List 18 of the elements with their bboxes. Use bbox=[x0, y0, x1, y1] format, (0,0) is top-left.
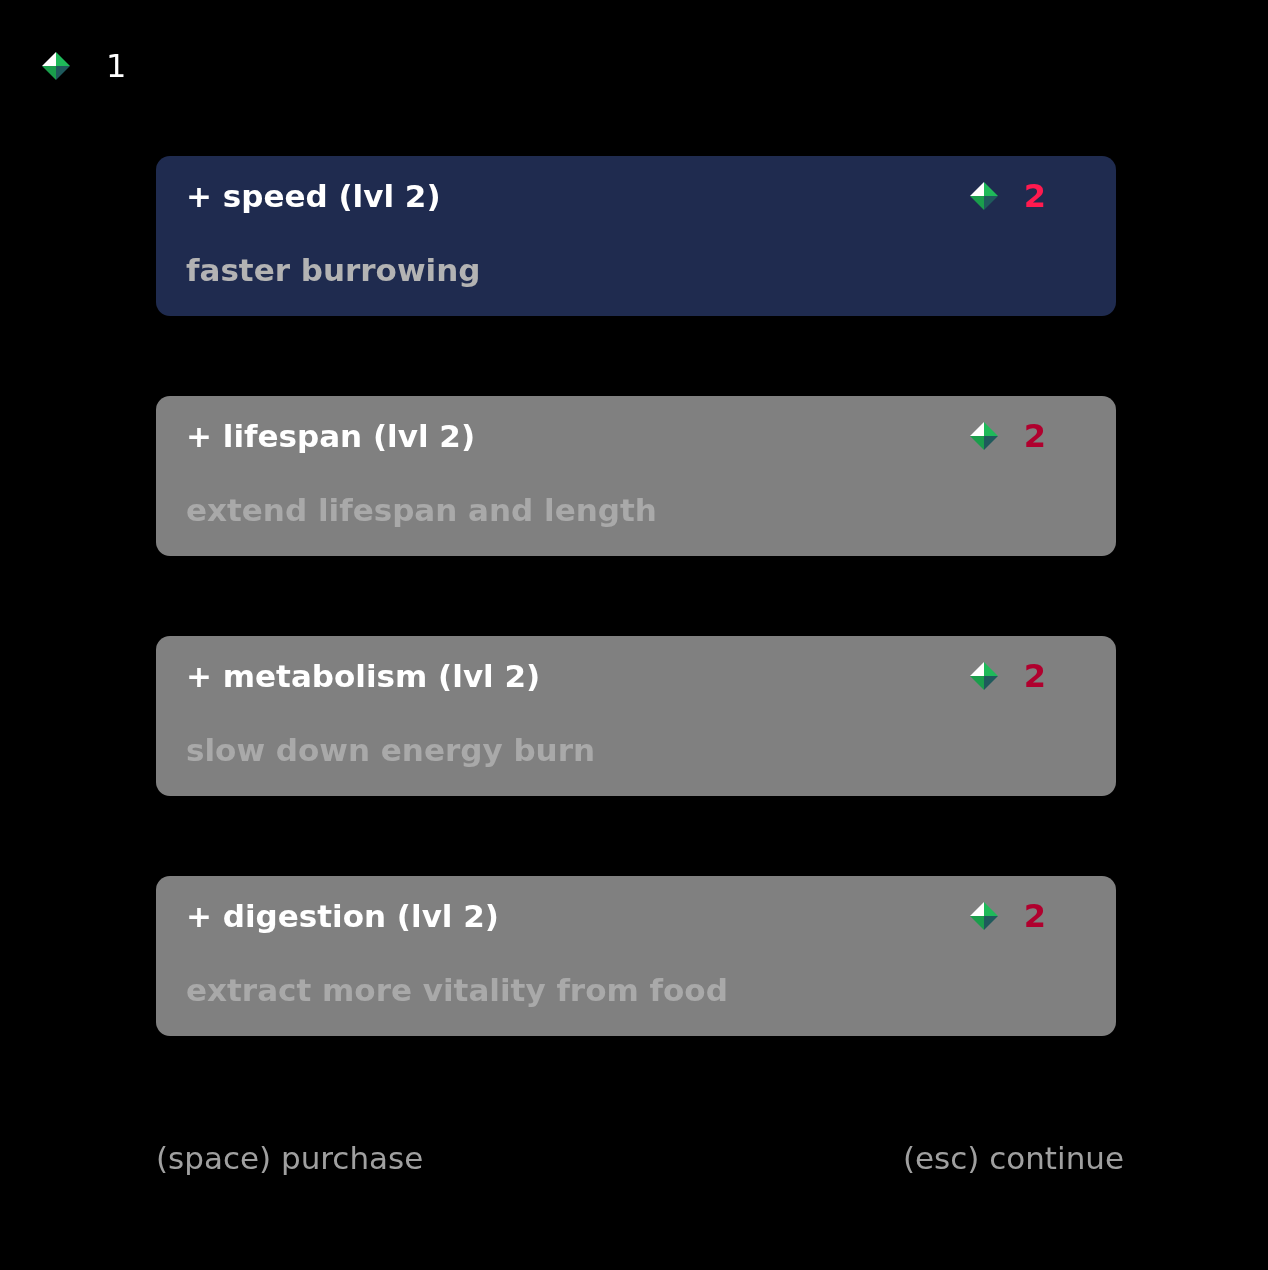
upgrade-cost: 2 bbox=[1023, 177, 1046, 215]
upgrade-title: + metabolism (lvl 2) bbox=[186, 658, 541, 694]
upgrade-title: + digestion (lvl 2) bbox=[186, 898, 499, 934]
gem-count: 1 bbox=[106, 52, 127, 80]
upgrade-title: + speed (lvl 2) bbox=[186, 178, 441, 214]
upgrade-cost: 2 bbox=[1023, 657, 1046, 695]
gem-icon bbox=[969, 182, 998, 210]
gem-icon bbox=[42, 52, 70, 80]
gem-icon bbox=[969, 902, 998, 930]
upgrade-card[interactable]: + speed (lvl 2) 2 faster burrowing bbox=[156, 156, 1116, 316]
upgrade-cost: 2 bbox=[1023, 897, 1046, 935]
gem-icon bbox=[969, 662, 998, 690]
upgrade-title: + lifespan (lvl 2) bbox=[186, 418, 476, 454]
purchase-hint: (space) purchase bbox=[156, 1140, 424, 1176]
gem-icon bbox=[969, 422, 998, 450]
upgrade-description: faster burrowing bbox=[186, 252, 482, 288]
continue-hint: (esc) continue bbox=[902, 1140, 1124, 1176]
upgrade-cost: 2 bbox=[1023, 417, 1046, 455]
